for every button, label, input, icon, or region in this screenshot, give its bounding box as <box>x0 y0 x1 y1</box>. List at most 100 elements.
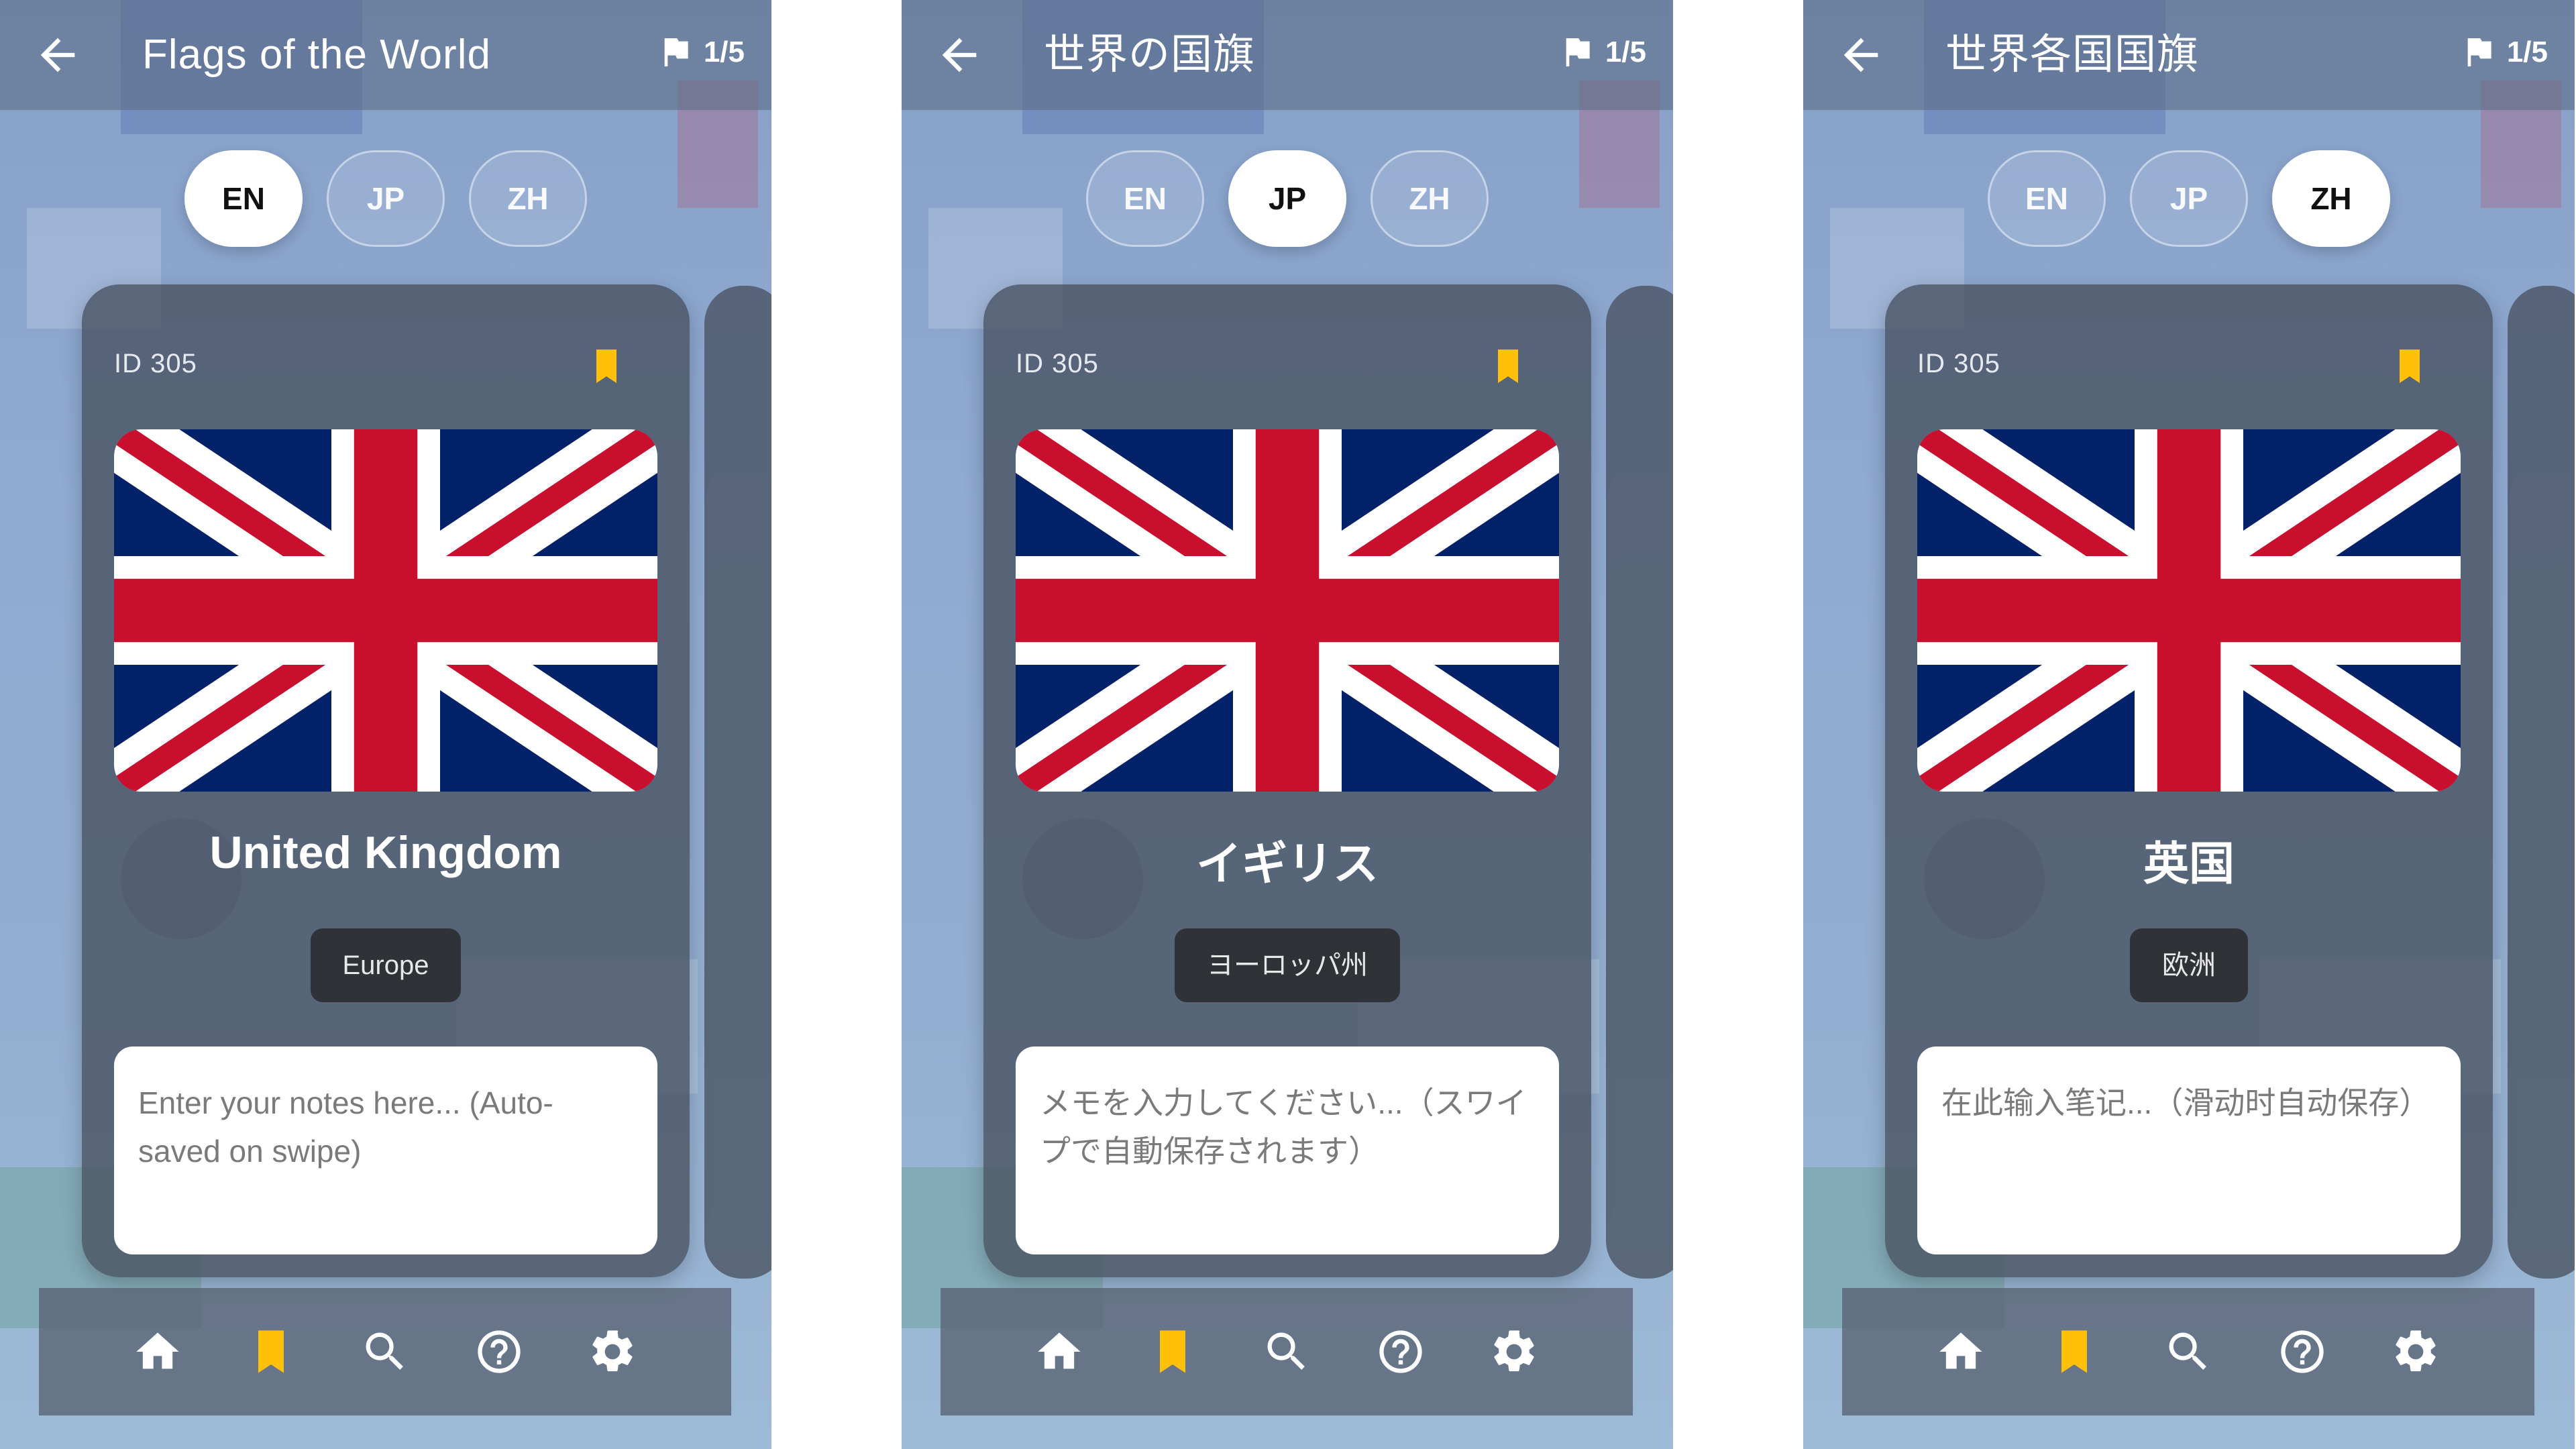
bookmark-button[interactable] <box>586 345 627 388</box>
home-icon <box>1939 1332 1982 1369</box>
search-icon <box>366 1332 403 1370</box>
language-chip-en[interactable]: EN <box>1988 150 2106 247</box>
app-bar: 世界の国旗 1/5 <box>902 0 1673 110</box>
region-badge: Europe <box>310 928 462 1002</box>
nav-help[interactable] <box>472 1325 526 1379</box>
bookmark-button[interactable] <box>1488 345 1528 388</box>
screenshot-stage: Flags of the World 1/5 EN JP ZH ID 305 U… <box>0 0 2576 1449</box>
flag-card[interactable]: ID 305 英国 欧洲 <box>1885 284 2493 1277</box>
union-jack-flag <box>114 429 657 792</box>
arrow-left-icon <box>942 38 977 72</box>
counter-text: 1/5 <box>1605 36 1646 68</box>
nav-bookmarks[interactable] <box>2047 1325 2101 1379</box>
next-card-peek[interactable] <box>704 286 771 1279</box>
country-name: United Kingdom <box>209 827 562 878</box>
help-icon <box>2280 1330 2324 1373</box>
bookmark-button[interactable] <box>2390 345 2430 388</box>
language-chip-zh[interactable]: ZH <box>2272 150 2390 247</box>
notes-input[interactable] <box>1016 1046 1559 1254</box>
next-card-peek[interactable] <box>1606 286 1673 1279</box>
card-id: ID 305 <box>114 349 197 378</box>
page-title: 世界各国国旗 <box>1945 32 2200 78</box>
flag-counter: 1/5 <box>2460 34 2548 71</box>
language-selector: EN JP ZH <box>0 150 771 247</box>
flag-card[interactable]: ID 305 United Kingdom Europe <box>82 284 690 1277</box>
language-selector: EN JP ZH <box>1803 150 2575 247</box>
page-title: 世界の国旗 <box>1044 32 1256 78</box>
country-name: イギリス <box>1195 839 1379 890</box>
region-wrapper: 欧洲 <box>1885 928 2493 1002</box>
nav-home[interactable] <box>131 1325 184 1379</box>
settings-icon <box>592 1330 633 1372</box>
bookmark-icon <box>596 350 616 383</box>
counter-text: 1/5 <box>703 36 745 68</box>
region-badge: ヨーロッパ州 <box>1175 928 1400 1002</box>
union-jack-flag <box>1917 429 2461 792</box>
language-chip-zh[interactable]: ZH <box>469 150 587 247</box>
bookmark-icon <box>258 1330 284 1373</box>
phone-screen-zh: 世界各国国旗 1/5 EN JP ZH ID 305 英国 欧洲 在此输入笔记.… <box>1803 0 2575 1449</box>
nav-settings[interactable] <box>586 1325 639 1379</box>
language-chip-jp[interactable]: JP <box>2130 150 2248 247</box>
bottom-nav <box>941 1288 1633 1415</box>
region-wrapper: ヨーロッパ州 <box>983 928 1591 1002</box>
notes-input[interactable] <box>1917 1046 2461 1254</box>
arrow-left-icon <box>40 38 75 72</box>
help-icon <box>477 1330 521 1373</box>
nav-bookmarks[interactable] <box>244 1325 298 1379</box>
search-icon <box>1267 1332 1305 1370</box>
nav-home[interactable] <box>1934 1325 1988 1379</box>
bookmark-icon <box>1160 1330 1186 1373</box>
language-chip-en[interactable]: EN <box>184 150 303 247</box>
phone-screen-jp: 世界の国旗 1/5 EN JP ZH ID 305 イギリス ヨーロッパ州 メモ… <box>902 0 1673 1449</box>
nav-help[interactable] <box>2275 1325 2329 1379</box>
nav-settings[interactable] <box>1487 1325 1541 1379</box>
flag-image <box>1917 429 2461 792</box>
page-title: Flags of the World <box>142 32 491 78</box>
app-bar: Flags of the World 1/5 <box>0 0 771 110</box>
back-button[interactable] <box>1835 30 1886 80</box>
flag-counter: 1/5 <box>657 34 745 71</box>
settings-icon <box>2396 1330 2436 1372</box>
nav-settings[interactable] <box>2389 1325 2443 1379</box>
union-jack-flag <box>1016 429 1559 792</box>
nav-search[interactable] <box>1260 1325 1313 1379</box>
nav-bookmarks[interactable] <box>1146 1325 1199 1379</box>
flag-counter: 1/5 <box>1558 34 1646 71</box>
flag-icon <box>2467 38 2491 66</box>
card-id: ID 305 <box>1016 349 1099 378</box>
bookmark-icon <box>2400 350 2420 383</box>
language-chip-jp[interactable]: JP <box>1228 150 1346 247</box>
card-id: ID 305 <box>1917 349 2000 378</box>
search-icon <box>2169 1332 2206 1370</box>
nav-home[interactable] <box>1032 1325 1086 1379</box>
counter-text: 1/5 <box>2506 36 2548 68</box>
language-selector: EN JP ZH <box>902 150 1673 247</box>
flag-image <box>114 429 657 792</box>
language-chip-zh[interactable]: ZH <box>1371 150 1489 247</box>
language-chip-en[interactable]: EN <box>1086 150 1204 247</box>
nav-search[interactable] <box>358 1325 412 1379</box>
next-card-peek[interactable] <box>2508 286 2575 1279</box>
bottom-nav <box>39 1288 731 1415</box>
flag-card[interactable]: ID 305 イギリス ヨーロッパ州 <box>983 284 1591 1277</box>
settings-icon <box>1494 1330 1534 1372</box>
notes-input[interactable] <box>114 1046 657 1254</box>
flag-icon <box>1566 38 1590 66</box>
bookmark-icon <box>2061 1330 2088 1373</box>
region-wrapper: Europe <box>82 928 690 1002</box>
nav-search[interactable] <box>2161 1325 2215 1379</box>
app-bar: 世界各国国旗 1/5 <box>1803 0 2575 110</box>
help-icon <box>1379 1330 1422 1373</box>
bottom-nav <box>1842 1288 2534 1415</box>
language-chip-jp[interactable]: JP <box>327 150 445 247</box>
back-button[interactable] <box>934 30 985 80</box>
region-badge: 欧洲 <box>2130 928 2248 1002</box>
home-icon <box>136 1332 179 1369</box>
flag-icon <box>664 38 688 66</box>
home-icon <box>1038 1332 1081 1369</box>
nav-help[interactable] <box>1374 1325 1428 1379</box>
back-button[interactable] <box>32 30 83 80</box>
country-name: 英国 <box>2143 839 2235 890</box>
phone-screen-en: Flags of the World 1/5 EN JP ZH ID 305 U… <box>0 0 771 1449</box>
